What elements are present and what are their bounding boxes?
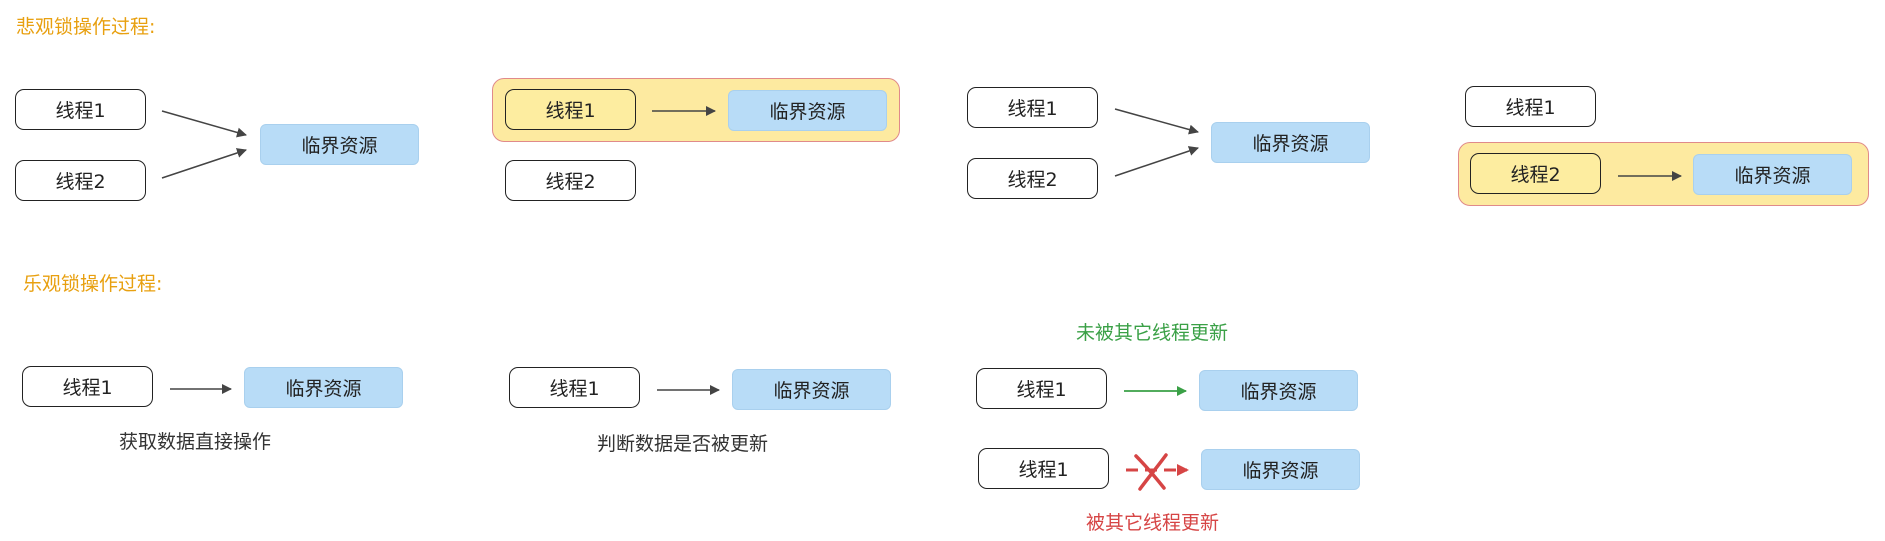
o3-fail-arrow [1126, 453, 1189, 491]
p1-arrow-thread2 [161, 148, 247, 179]
p3-arrow-thread1 [1114, 108, 1199, 135]
p1-arrow-thread1 [161, 110, 247, 138]
p3-arrow-thread2 [1114, 146, 1199, 177]
arrows-layer [161, 106, 1682, 491]
fail-cross-icon [1134, 453, 1168, 491]
